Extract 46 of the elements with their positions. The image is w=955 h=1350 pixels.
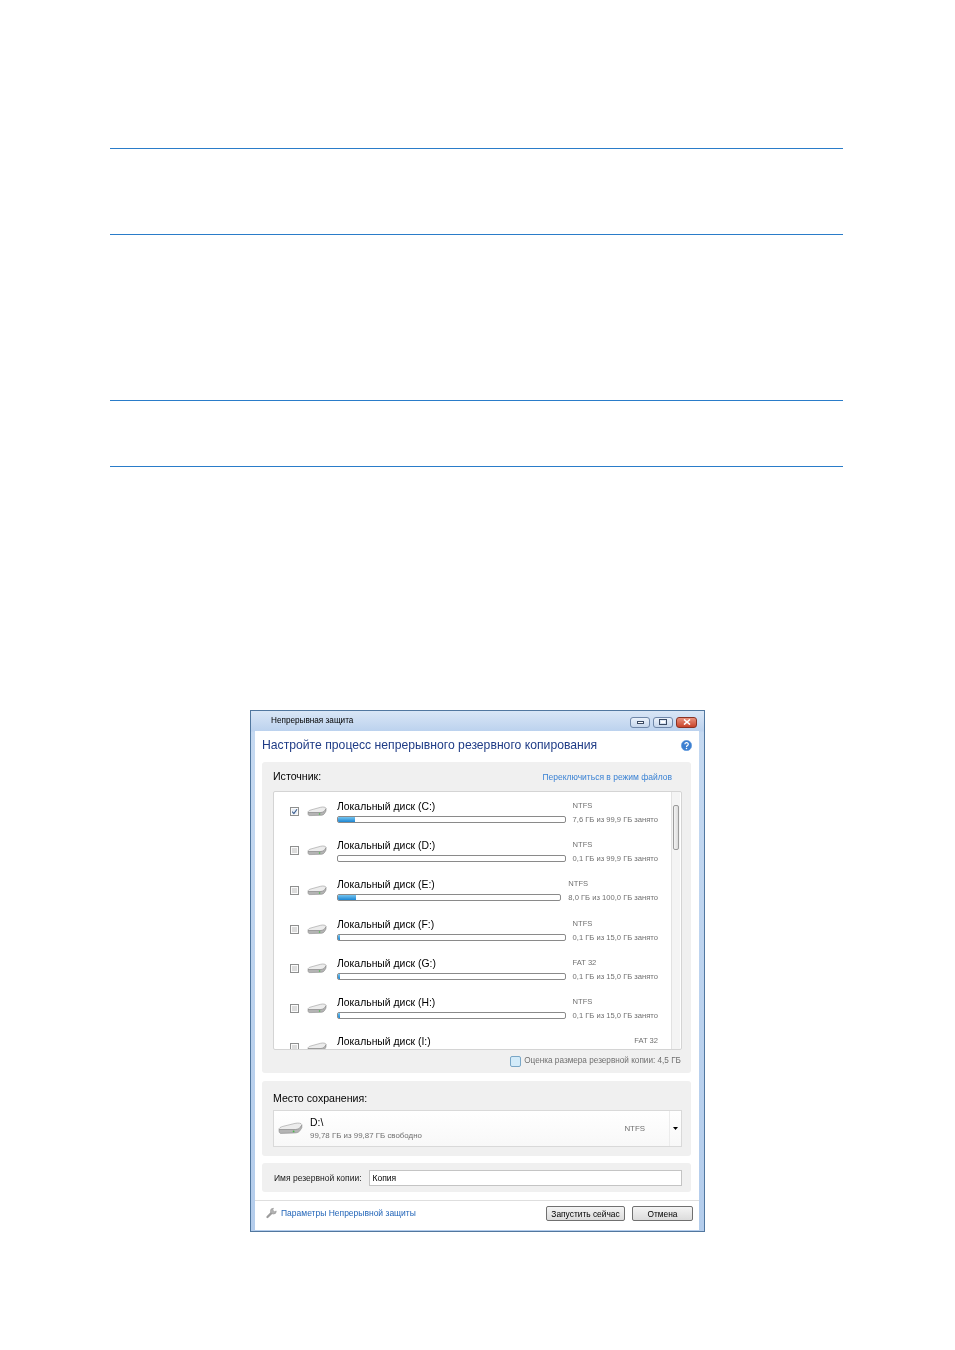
dialog-heading: Настройте процесс непрерывного резервного копирования [262, 738, 598, 753]
disk-name: Локальный диск (H:) [337, 997, 437, 1009]
wrench-icon [266, 1207, 277, 1219]
estimate-checkbox[interactable] [510, 1055, 522, 1067]
switch-mode-link[interactable]: Переключиться в режим файлов [542, 771, 672, 782]
minimize-button[interactable] [630, 716, 650, 728]
disk-checkbox[interactable] [290, 1003, 299, 1013]
disk-checkbox[interactable] [290, 885, 299, 895]
hard-drive-icon [307, 1002, 327, 1014]
disk-name: Локальный диск (E:) [337, 879, 436, 891]
disk-checkbox[interactable] [290, 1042, 299, 1049]
backup-name-label: Имя резервной копии: [274, 1172, 362, 1183]
hard-drive-icon [307, 806, 327, 818]
cancel-button[interactable]: Отмена [632, 1206, 693, 1221]
start-now-button[interactable]: Запустить сейчас [546, 1206, 625, 1221]
disk-checkbox[interactable] [290, 925, 299, 935]
disk-name: Локальный диск (D:) [337, 839, 437, 851]
drive-path: D:\ [310, 1117, 325, 1128]
close-button[interactable] [676, 716, 697, 728]
disk-name: Локальный диск (F:) [337, 918, 436, 930]
scrollbar-thumb[interactable] [673, 805, 679, 850]
hard-drive-icon [307, 1041, 327, 1049]
minimize-icon [636, 720, 644, 724]
estimate-text: Оценка размера резервной копии: 4,5 ГБ [524, 1056, 681, 1066]
disk-name: Локальный диск (G:) [337, 957, 437, 969]
caret-icon [673, 1127, 678, 1130]
settings-link[interactable]: Параметры Непрерывной защиты [281, 1206, 416, 1221]
hard-drive-icon [307, 845, 327, 857]
maximize-button[interactable] [653, 716, 673, 728]
close-icon [682, 719, 691, 725]
hard-drive-icon [307, 963, 327, 975]
disk-checkbox[interactable] [290, 964, 299, 974]
scrollbar[interactable] [671, 792, 680, 1049]
backup-name-field[interactable]: Копия [368, 1169, 682, 1186]
maximize-icon [659, 719, 667, 725]
destination-label: Место сохранения: [273, 1092, 369, 1105]
hard-drive-icon [307, 884, 327, 896]
disk-checkbox[interactable] [290, 807, 299, 817]
hard-drive-icon [278, 1122, 303, 1135]
source-label: Источник: [273, 770, 322, 783]
hard-drive-icon [307, 924, 327, 936]
help-icon[interactable] [681, 740, 692, 751]
disk-name: Локальный диск (I:) [337, 1036, 432, 1048]
disk-name: Локальный диск (C:) [337, 800, 437, 812]
disk-checkbox[interactable] [290, 846, 299, 856]
window-title: Непрерывная защита [271, 716, 354, 726]
